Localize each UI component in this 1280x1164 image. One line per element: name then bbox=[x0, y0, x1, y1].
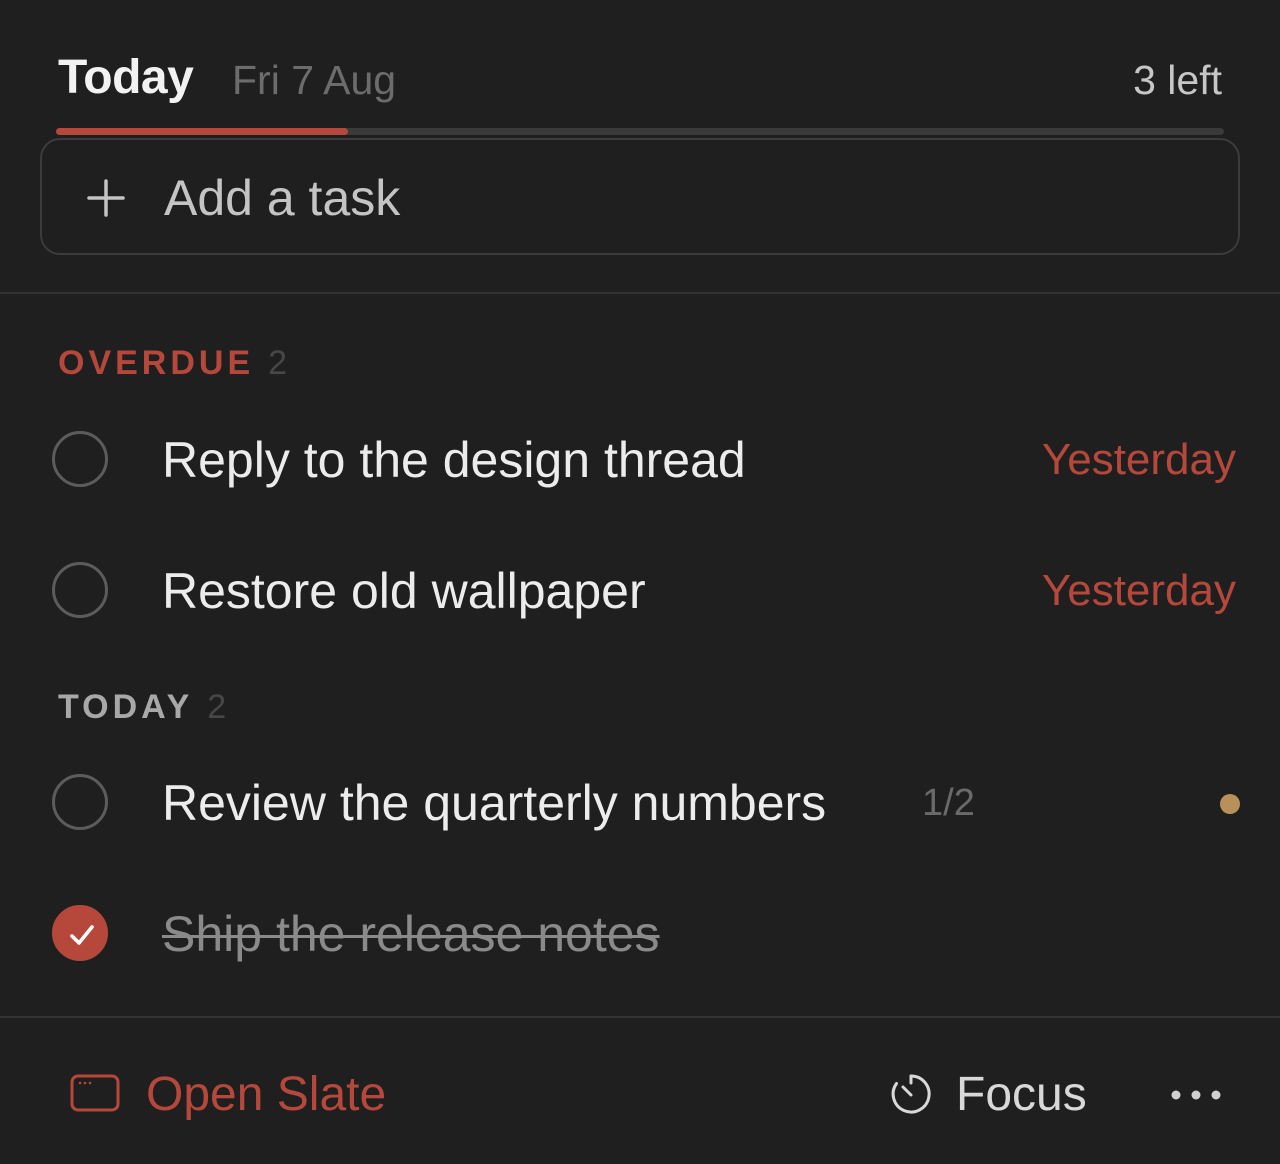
window-icon bbox=[70, 1074, 120, 1112]
footer: Open Slate Focus bbox=[0, 1019, 1280, 1164]
remaining-count: 3 left bbox=[1133, 57, 1222, 103]
more-horizontal-icon[interactable] bbox=[1168, 1079, 1224, 1111]
section-header-overdue: OVERDUE 2 bbox=[58, 343, 287, 383]
checkmark-icon bbox=[70, 925, 94, 945]
task-title: Review the quarterly numbers bbox=[162, 775, 827, 831]
task-row[interactable]: Review the quarterly numbers 1/2 bbox=[0, 749, 1280, 859]
task-checkbox[interactable] bbox=[52, 562, 108, 618]
subtask-count: 1/2 bbox=[922, 782, 975, 824]
progress-bar bbox=[56, 128, 1224, 135]
tag-dot-icon bbox=[1220, 794, 1240, 814]
divider bbox=[0, 292, 1280, 294]
task-row[interactable]: Restore old wallpaper Yesterday bbox=[0, 537, 1280, 647]
task-title: Reply to the design thread bbox=[162, 432, 746, 488]
section-title: TODAY bbox=[58, 688, 194, 726]
page-date: Fri 7 Aug bbox=[232, 57, 397, 103]
task-title: Ship the release notes bbox=[162, 906, 660, 962]
task-due-date: Yesterday bbox=[1041, 435, 1236, 484]
add-task-input[interactable]: Add a task bbox=[40, 138, 1240, 255]
focus-button[interactable]: Focus bbox=[888, 1067, 1108, 1123]
add-task-label: Add a task bbox=[164, 170, 401, 226]
open-slate-label: Open Slate bbox=[146, 1068, 387, 1121]
task-checkbox[interactable] bbox=[52, 431, 108, 487]
task-checkbox[interactable] bbox=[52, 774, 108, 830]
task-title: Restore old wallpaper bbox=[162, 563, 646, 619]
progress-fill bbox=[56, 128, 348, 135]
task-checkbox-checked[interactable] bbox=[52, 905, 108, 961]
section-count: 2 bbox=[268, 344, 288, 382]
section-count: 2 bbox=[207, 688, 227, 726]
task-row[interactable]: Reply to the design thread Yesterday bbox=[0, 406, 1280, 516]
timer-icon bbox=[891, 1074, 931, 1114]
divider bbox=[0, 1016, 1280, 1018]
task-row[interactable]: Ship the release notes bbox=[0, 880, 1280, 990]
page-title: Today bbox=[58, 51, 194, 104]
plus-icon bbox=[87, 179, 125, 217]
section-title: OVERDUE bbox=[58, 344, 255, 382]
task-due-date: Yesterday bbox=[1041, 566, 1236, 615]
header: Today Fri 7 Aug 3 left Add a task bbox=[0, 0, 1280, 292]
focus-label: Focus bbox=[956, 1068, 1087, 1121]
section-header-today: TODAY 2 bbox=[58, 687, 226, 727]
